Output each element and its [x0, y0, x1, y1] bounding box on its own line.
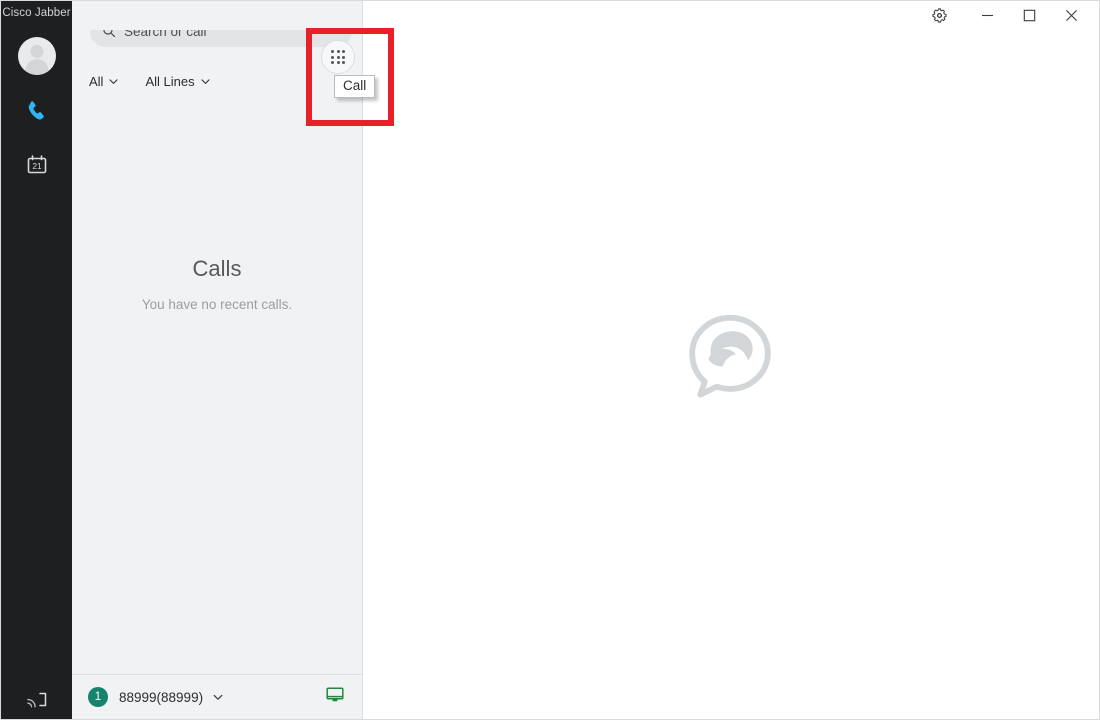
phone-icon [28, 101, 44, 120]
chevron-down-icon [201, 78, 210, 84]
phone-line-label: 88999(88999) [119, 689, 204, 705]
avatar-body-icon [25, 59, 48, 75]
minimize-icon [982, 14, 993, 17]
empty-state-subtitle: You have no recent calls. [141, 297, 293, 312]
search-placeholder: Search or call [124, 23, 207, 39]
sidebar-item-calls[interactable] [11, 89, 63, 133]
device-selector[interactable] [326, 686, 344, 708]
status-badge[interactable]: 1 [88, 687, 108, 707]
avatar-head-icon [30, 45, 43, 58]
jabber-window: Cisco Jabber 21 Search or call All All L… [0, 0, 1100, 720]
close-icon [1066, 10, 1077, 21]
minimize-button[interactable] [973, 4, 1002, 28]
sidebar-item-share-screen[interactable] [1, 689, 72, 709]
chevron-down-icon [213, 694, 223, 700]
close-button[interactable] [1057, 4, 1086, 28]
filter-all[interactable]: All [89, 74, 119, 89]
dialpad-icon [330, 49, 346, 65]
call-dialpad-button[interactable] [321, 40, 355, 74]
gear-icon [932, 8, 947, 23]
jabber-logo-watermark-icon [685, 312, 775, 407]
filter-row: All All Lines [72, 66, 362, 96]
filter-all-lines[interactable]: All Lines [145, 74, 210, 89]
calls-list-panel: Search or call All All Lines Calls You h… [72, 1, 363, 719]
app-title: Cisco Jabber [2, 7, 71, 19]
search-row: Search or call [72, 6, 362, 56]
search-icon [103, 25, 116, 38]
content-pane [363, 1, 1099, 719]
svg-text:21: 21 [32, 161, 42, 171]
screen-cast-icon [26, 692, 46, 708]
avatar[interactable] [17, 37, 56, 75]
calendar-icon: 21 [27, 155, 46, 174]
empty-state-title: Calls [192, 256, 242, 281]
call-tooltip: Call [334, 75, 376, 98]
status-bar: 1 88999(88999) [72, 674, 362, 719]
monitor-icon [326, 686, 344, 701]
maximize-button[interactable] [1015, 4, 1044, 28]
sidebar-item-meetings[interactable]: 21 [11, 143, 63, 187]
left-navigation-rail: Cisco Jabber 21 [1, 1, 72, 719]
maximize-icon [1023, 9, 1036, 22]
chevron-down-icon [109, 78, 118, 84]
phone-line-dropdown[interactable] [212, 691, 224, 703]
empty-state: Calls You have no recent calls. [72, 96, 362, 674]
filter-all-label: All [89, 73, 104, 89]
search-input[interactable]: Search or call [90, 15, 352, 47]
settings-button[interactable] [925, 4, 954, 28]
filter-all-lines-label: All Lines [145, 73, 195, 89]
